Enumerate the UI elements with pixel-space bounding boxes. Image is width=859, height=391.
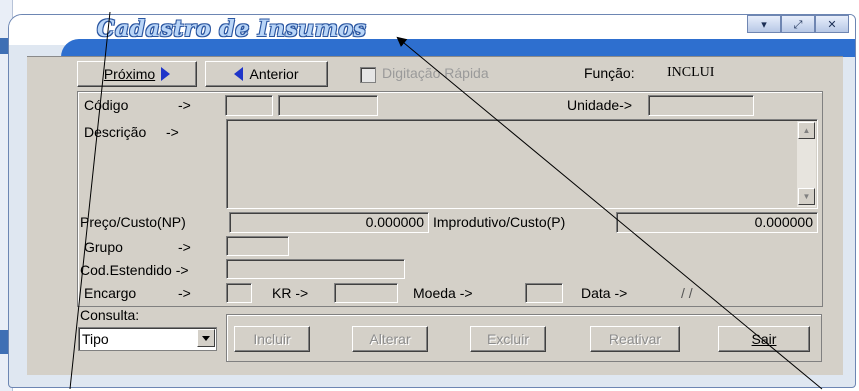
annotation-arrows xyxy=(69,11,823,390)
annotation-arrow-to-title xyxy=(396,36,823,390)
annotation-line-left xyxy=(69,11,111,390)
